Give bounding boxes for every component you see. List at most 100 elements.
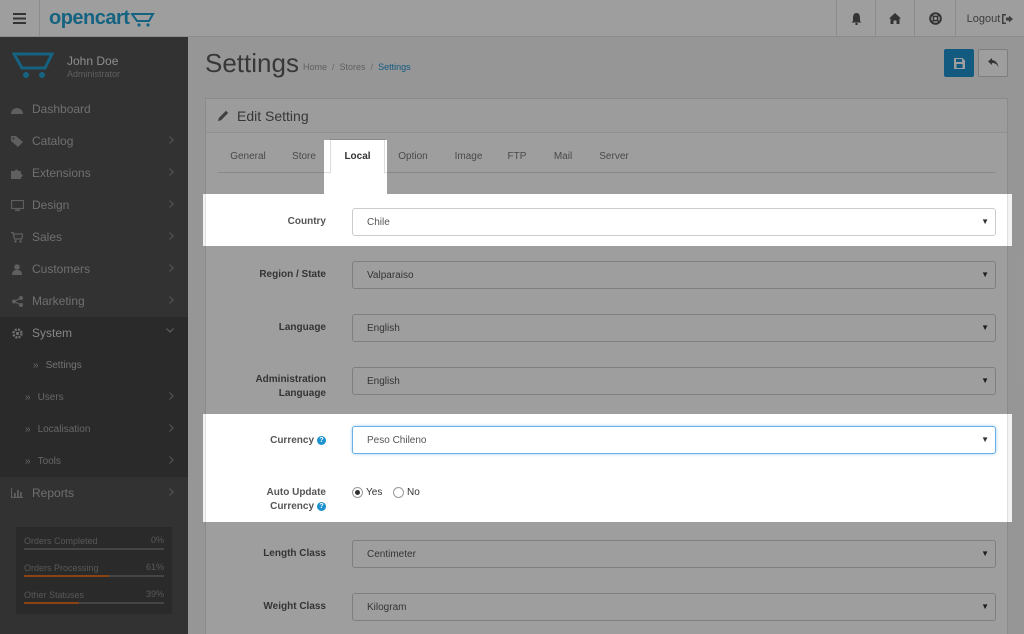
sidebar-item-extensions[interactable]: Extensions	[0, 157, 188, 189]
bars-icon	[13, 13, 26, 24]
sidebar-item-label: Customers	[32, 262, 91, 276]
tab-store[interactable]: Store	[278, 139, 330, 173]
length-class-select[interactable]: Centimeter ▼	[352, 540, 996, 568]
tab-image[interactable]: Image	[441, 139, 496, 173]
dashboard-icon	[11, 107, 23, 114]
sidebar-item-sales[interactable]: Sales	[0, 221, 188, 253]
stat-label: Orders Processing	[24, 563, 99, 573]
monitor-icon	[10, 199, 24, 211]
save-icon	[953, 57, 965, 69]
system-submenu: » Settings » Users » Localisation » Tool…	[0, 349, 188, 477]
sidebar-item-label: Settings	[45, 359, 82, 371]
currency-select[interactable]: Peso Chileno ▼	[352, 426, 996, 454]
user-profile: John Doe Administrator	[0, 37, 188, 93]
sidebar-subitem-localisation[interactable]: » Localisation	[0, 413, 188, 445]
tab-local[interactable]: Local	[330, 139, 385, 174]
language-value: English	[367, 322, 400, 334]
region-select[interactable]: Valparaiso ▼	[352, 261, 996, 289]
form-row-currency: Currency? Peso Chileno ▼	[206, 424, 1009, 456]
avatar	[12, 52, 55, 78]
tab-mail[interactable]: Mail	[538, 139, 588, 173]
sidebar-item-label: Reports	[32, 486, 75, 500]
save-button[interactable]	[944, 49, 974, 77]
home-icon	[889, 13, 901, 24]
sidebar-subitem-users[interactable]: » Users	[0, 381, 188, 413]
tab-general[interactable]: General	[218, 139, 278, 173]
caret-down-icon: ▼	[981, 435, 989, 444]
auto-update-label-line2: Currency	[270, 501, 314, 512]
sidebar: John Doe Administrator Dashboard Catalog…	[0, 37, 188, 634]
breadcrumb-stores[interactable]: Stores	[340, 62, 366, 72]
sidebar-item-reports[interactable]: Reports	[0, 477, 188, 509]
tab-ftp[interactable]: FTP	[496, 139, 538, 173]
edit-setting-panel: Edit Setting General Store Local Option …	[205, 98, 1008, 634]
progress-fill	[24, 602, 79, 604]
stat-value: 0%	[150, 535, 164, 545]
currency-label: Currency?	[270, 434, 326, 448]
sidebar-item-catalog[interactable]: Catalog	[0, 125, 188, 157]
stat-value: 39%	[145, 589, 164, 599]
panel-title: Edit Setting	[237, 107, 309, 124]
auto-update-no-radio[interactable]: No	[393, 487, 420, 498]
sidebar-item-label: Marketing	[32, 294, 85, 308]
chevron-right-icon	[169, 232, 174, 240]
double-chevron-icon: »	[33, 359, 39, 371]
sidebar-subitem-settings[interactable]: » Settings	[0, 349, 188, 381]
back-button[interactable]	[978, 49, 1008, 77]
sidebar-item-label: Localisation	[37, 423, 91, 435]
caret-down-icon: ▼	[981, 270, 989, 279]
breadcrumb-settings[interactable]: Settings	[378, 62, 411, 72]
caret-down-icon: ▼	[981, 549, 989, 558]
stat-value: 61%	[145, 562, 164, 572]
sidebar-item-dashboard[interactable]: Dashboard	[0, 93, 188, 125]
opencart-logo[interactable]: opencart	[49, 7, 156, 30]
double-chevron-icon: »	[25, 391, 31, 403]
currency-value: Peso Chileno	[367, 434, 427, 446]
sidebar-item-design[interactable]: Design	[0, 189, 188, 221]
chevron-right-icon	[169, 392, 174, 400]
weight-class-value: Kilogram	[367, 601, 407, 613]
order-stats: Orders Completed 0% Orders Processing 61…	[16, 527, 172, 614]
logout-button[interactable]: Logout	[955, 0, 1024, 37]
reply-icon	[987, 58, 998, 68]
help-button[interactable]	[914, 0, 955, 37]
sidebar-item-system[interactable]: System	[0, 317, 188, 349]
country-label: Country	[287, 216, 326, 227]
sidebar-item-label: Tools	[37, 455, 61, 467]
pencil-icon	[218, 110, 229, 121]
progress-bar	[24, 602, 164, 604]
home-button[interactable]	[875, 0, 914, 37]
form-row-auto-update-currency: Auto Update Currency? Yes No	[206, 482, 1009, 518]
auto-update-yes-radio[interactable]: Yes	[352, 487, 382, 498]
form-row-region: Region / State Valparaiso ▼	[206, 260, 1009, 290]
double-chevron-icon: »	[25, 423, 31, 435]
notifications-button[interactable]	[836, 0, 875, 37]
sidebar-item-customers[interactable]: Customers	[0, 253, 188, 285]
breadcrumb-home[interactable]: Home	[303, 62, 327, 72]
sidebar-item-label: Extensions	[32, 166, 91, 180]
language-select[interactable]: English ▼	[352, 314, 996, 342]
life-ring-icon	[928, 12, 942, 25]
caret-down-icon: ▼	[981, 376, 989, 385]
help-icon[interactable]: ?	[317, 436, 326, 445]
puzzle-icon	[11, 169, 23, 179]
help-icon[interactable]: ?	[317, 502, 326, 511]
tab-server[interactable]: Server	[588, 139, 640, 173]
sidebar-subitem-tools[interactable]: » Tools	[0, 445, 188, 477]
tab-option[interactable]: Option	[385, 139, 441, 173]
radio-selected-icon	[352, 487, 363, 498]
weight-class-select[interactable]: Kilogram ▼	[352, 593, 996, 621]
admin-language-select[interactable]: English ▼	[352, 367, 996, 395]
caret-down-icon: ▼	[981, 217, 989, 226]
sidebar-item-marketing[interactable]: Marketing	[0, 285, 188, 317]
region-label: Region / State	[259, 269, 326, 280]
share-icon	[11, 295, 23, 307]
menu-toggle-button[interactable]	[0, 0, 40, 37]
bar-chart-icon	[11, 488, 23, 498]
chevron-right-icon	[169, 456, 174, 464]
progress-fill	[24, 575, 110, 577]
double-chevron-icon: »	[25, 455, 31, 467]
country-select[interactable]: Chile ▼	[352, 208, 996, 236]
chevron-right-icon	[169, 488, 174, 496]
admin-language-label-line2: Language	[278, 388, 326, 399]
